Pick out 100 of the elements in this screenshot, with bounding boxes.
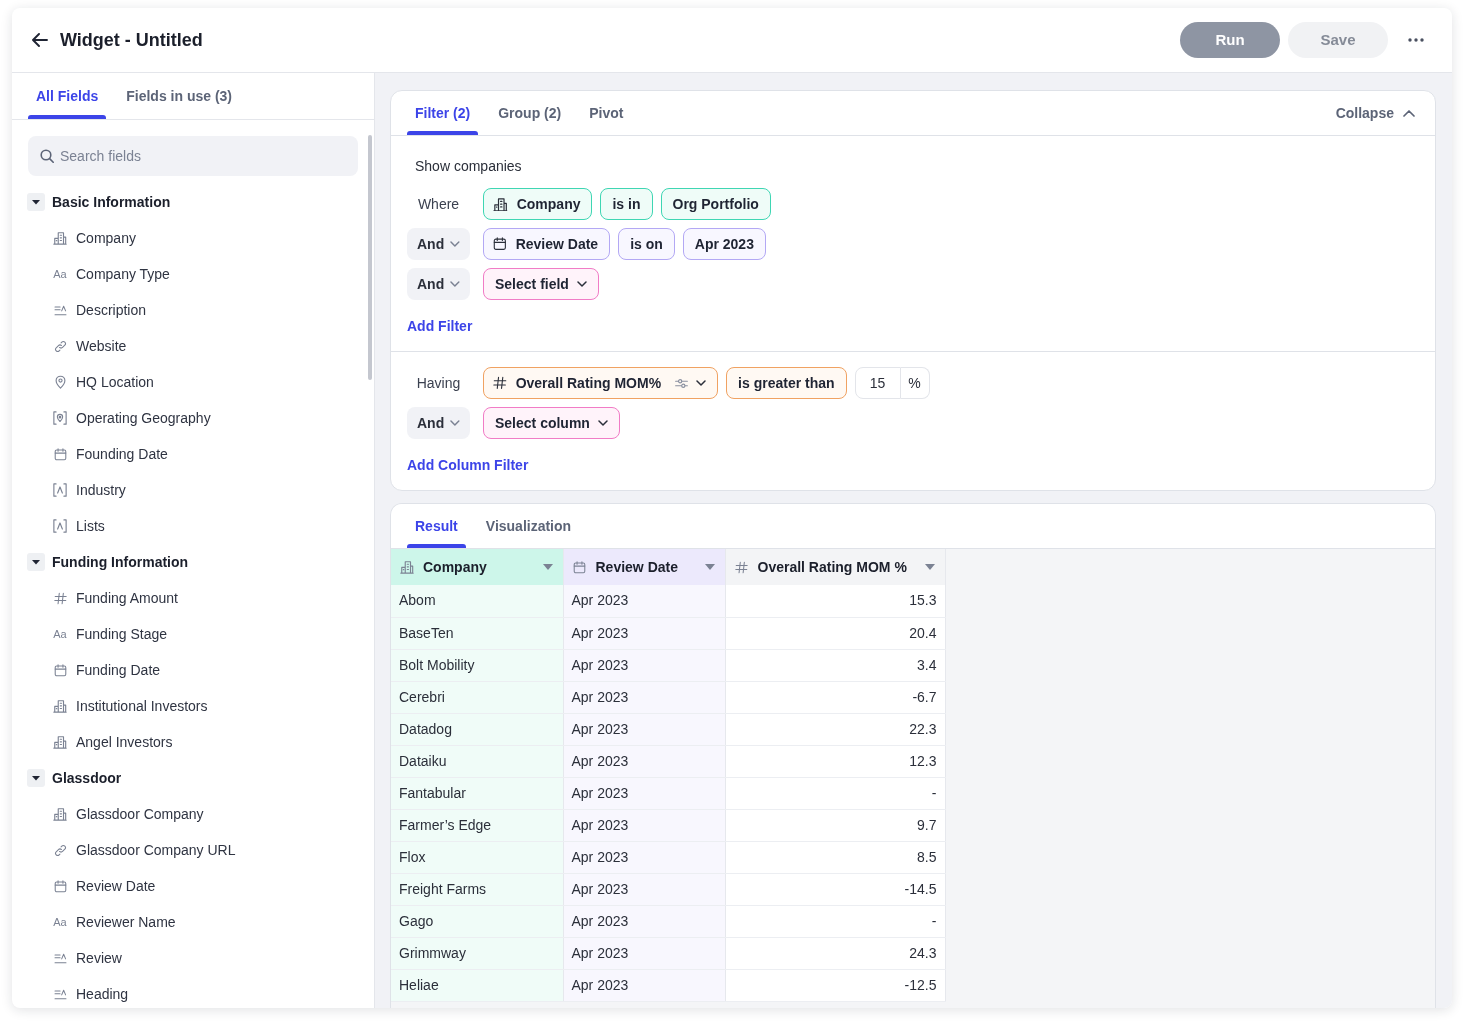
table-cell: 15.3 [725,585,945,617]
table-cell: -12.5 [725,969,945,1001]
table-cell: 8.5 [725,841,945,873]
text-lines-icon [53,304,67,316]
column-picker[interactable]: Select column [483,407,620,439]
field-item[interactable]: Founding Date [12,440,374,468]
field-item[interactable]: Institutional Investors [12,692,374,720]
table-cell: Flox [391,841,563,873]
connector-dropdown[interactable]: And [407,407,470,439]
field-item[interactable]: HQ Location [12,368,374,396]
caret-down-icon [704,564,715,570]
table-cell: 20.4 [725,617,945,649]
table-cell: Cerebri [391,681,563,713]
value-input[interactable]: 15 [854,367,901,399]
calendar-icon [493,237,507,251]
chevron-down-icon [450,241,460,247]
sidebar-tab[interactable]: Fields in use (3) [118,73,241,119]
field-item[interactable]: Operating Geography [12,404,374,432]
operator-select[interactable]: is in [600,188,653,220]
table-cell: Apr 2023 [563,649,725,681]
value-select[interactable]: Apr 2023 [682,228,766,260]
table-cell: Apr 2023 [563,873,725,905]
field-select[interactable]: Company [483,188,593,220]
value-select[interactable]: Org Portfolio [660,188,771,220]
table-cell: Gago [391,905,563,937]
table-cell: BaseTen [391,617,563,649]
field-item[interactable]: Glassdoor Company URL [12,836,374,864]
field-select[interactable]: Overall Rating MOM% [483,367,719,399]
building-icon [53,735,67,749]
table-cell: -6.7 [725,681,945,713]
field-item[interactable]: Funding Amount [12,584,374,612]
field-item[interactable]: Website [12,332,374,360]
chevron-up-icon [1403,109,1415,117]
calendar-icon [53,447,67,461]
field-group[interactable]: Glassdoor [12,764,374,792]
tab[interactable]: Group (2) [490,91,570,135]
column-header[interactable]: Review Date [563,549,725,585]
scrollbar-thumb[interactable] [368,135,372,380]
field-picker[interactable]: Select field [483,268,599,300]
bracketed-caret-icon [53,483,67,497]
field-item[interactable]: Company [12,224,374,252]
link-icon [53,339,67,353]
sliders-icon [675,378,689,388]
type-glyph: Aa [53,268,67,280]
calendar-icon [53,663,67,677]
field-item[interactable]: Industry [12,476,374,504]
building-icon [493,196,508,212]
operator-select[interactable]: is greater than [726,367,847,399]
caret-down-icon [542,564,553,570]
connector-label: Having [416,373,461,393]
chevron-down-icon [597,420,608,426]
connector-dropdown[interactable]: And [407,268,470,300]
column-header[interactable]: Company [391,549,563,585]
field-item[interactable]: Heading [12,980,374,1008]
field-group[interactable]: Funding Information [12,548,374,576]
column-header[interactable]: Overall Rating MOM % [725,549,945,585]
back-button[interactable] [32,33,48,47]
table-cell: - [725,905,945,937]
chevron-down-icon [450,420,460,426]
field-item[interactable]: Review Date [12,872,374,900]
field-item[interactable]: Funding Date [12,656,374,684]
field-item[interactable]: Aa Reviewer Name [12,908,374,936]
field-item[interactable]: Description [12,296,374,324]
chevron-down-icon [450,281,460,287]
field-item[interactable]: Glassdoor Company [12,800,374,828]
tab[interactable]: Filter (2) [407,91,479,135]
tab[interactable]: Pivot [581,91,632,135]
table-cell: Apr 2023 [563,585,725,617]
add-filter-link[interactable]: Add Column Filter [407,455,529,475]
calendar-icon [53,879,67,893]
field-item[interactable]: Aa Funding Stage [12,620,374,648]
table-cell: Apr 2023 [563,969,725,1001]
tab[interactable]: Visualization [477,504,580,548]
field-item[interactable]: Lists [12,512,374,540]
type-glyph: Aa [53,628,67,640]
field-item[interactable]: Angel Investors [12,728,374,756]
field-item[interactable]: Aa Company Type [12,260,374,288]
sidebar-tab[interactable]: All Fields [28,73,107,119]
arrow-left-icon [32,33,48,47]
text-lines-icon [53,988,67,1000]
calendar-icon [573,560,586,574]
field-select[interactable]: Review Date [483,228,611,260]
tab[interactable]: Result [407,504,466,548]
field-group[interactable]: Basic Information [12,188,374,216]
table-cell: Apr 2023 [563,745,725,777]
collapse-button[interactable]: Collapse [1335,91,1415,135]
bracketed-caret-icon [53,519,67,533]
table-cell: 22.3 [725,713,945,745]
table-cell: Dataiku [391,745,563,777]
building-icon [53,699,67,713]
add-filter-link[interactable]: Add Filter [407,316,473,336]
field-item[interactable]: Review [12,944,374,972]
search-field[interactable]: Search fields [28,136,358,176]
unit-label: % [900,367,930,399]
connector-dropdown[interactable]: And [407,228,470,260]
table-cell: -14.5 [725,873,945,905]
location-pin-icon [54,375,66,389]
chevron-down-icon [696,380,707,386]
operator-select[interactable]: is on [618,228,675,260]
table-cell: 24.3 [725,937,945,969]
